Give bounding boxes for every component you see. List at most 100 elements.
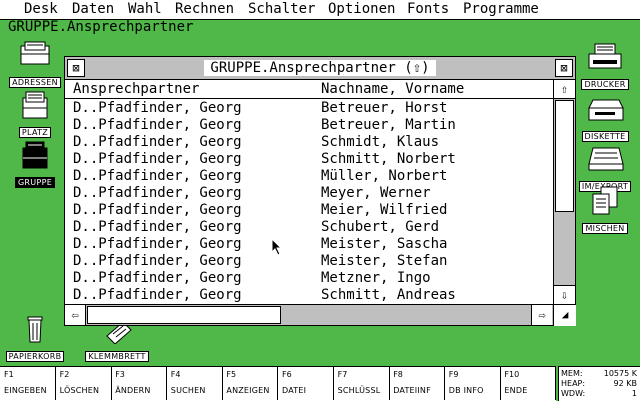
menu-wahl[interactable]: Wahl — [128, 1, 162, 18]
cell-ansprechpartner: D..Pfadfinder, Georg — [73, 236, 242, 252]
table-row[interactable]: D..Pfadfinder, Georg Schmitt, Andreas — [65, 287, 553, 304]
function-key-number: F3 — [115, 370, 125, 379]
wdw-label: WDW: — [561, 389, 586, 398]
function-key-label: SUCHEN — [170, 386, 206, 395]
function-key-f6[interactable]: F6 DATEI — [278, 367, 334, 400]
cell-name: Müller, Norbert — [321, 168, 448, 184]
function-key-f9[interactable]: F9 DB INFO — [445, 367, 501, 400]
cell-name: Betreuer, Martin — [321, 117, 456, 133]
mouse-pointer-icon — [271, 238, 283, 256]
vertical-scroll-thumb[interactable] — [555, 100, 574, 212]
trash-icon — [15, 314, 55, 344]
function-key-f7[interactable]: F7 SCHLÜSSL — [334, 367, 390, 400]
cell-ansprechpartner: D..Pfadfinder, Georg — [73, 151, 242, 167]
desktop-icon-mischen[interactable]: MISCHEN — [570, 186, 640, 235]
function-key-f3[interactable]: F3 ÄNDERN — [111, 367, 168, 400]
desktop-icon-platz[interactable]: PLATZ — [0, 90, 70, 139]
desktop-icon-adressen[interactable]: ADRESSEN — [0, 40, 70, 89]
desktop-icon-label: MISCHEN — [582, 223, 628, 234]
terminal-icon — [585, 144, 625, 174]
menu-programme[interactable]: Programme — [463, 1, 539, 18]
desktop-icon-gruppe[interactable]: GRUPPE — [0, 140, 70, 189]
function-key-number: F2 — [59, 370, 70, 379]
card-box-icon — [15, 90, 55, 120]
function-key-label: DATEI — [282, 386, 307, 395]
desktop-icon-label: KLEMMBRETT — [85, 351, 149, 362]
cell-name: Schmidt, Klaus — [321, 134, 440, 150]
menu-bar: Desk Daten Wahl Rechnen Schalter Optione… — [0, 0, 640, 20]
window-titlebar[interactable]: ⊠ GRUPPE.Ansprechpartner (⇧) ⊠ — [65, 57, 575, 80]
function-key-label: ANZEIGEN — [226, 386, 270, 395]
function-key-bar: F1 EINGEBEN F2 LÖSCHEN F3 ÄNDERN F4 SUCHEN F5 ANZ… — [0, 366, 557, 401]
column-header-ansprechpartner[interactable]: Ansprechpartner — [73, 81, 199, 97]
scroll-up-icon[interactable]: ⇧ — [554, 80, 575, 99]
desktop-icon-drucker[interactable]: DRUCKER — [570, 42, 640, 91]
table-row[interactable]: D..Pfadfinder, Georg Meyer, Werner — [65, 185, 553, 202]
disk-drive-icon — [585, 94, 625, 124]
desktop-icon-label: GRUPPE — [14, 177, 56, 188]
table-row[interactable]: D..Pfadfinder, Georg Müller, Norbert — [65, 168, 553, 185]
desktop-icon-label: PAPIERKORB — [5, 351, 65, 362]
window-title: GRUPPE.Ansprechpartner (⇧) — [204, 60, 436, 76]
desktop-icon-label: DISKETTE — [581, 131, 629, 142]
scroll-left-icon[interactable]: ⇦ — [65, 305, 86, 325]
desktop-icon-diskette[interactable]: DISKETTE — [570, 94, 640, 143]
table-row[interactable]: D..Pfadfinder, Georg Schmidt, Klaus — [65, 134, 553, 151]
horizontal-scrollbar[interactable]: ⇦ ⇨ — [65, 304, 553, 325]
menu-optionen[interactable]: Optionen — [328, 1, 395, 18]
heap-value: 92 KB — [613, 379, 637, 388]
function-key-number: F1 — [4, 370, 14, 379]
menu-rechnen[interactable]: Rechnen — [175, 1, 234, 18]
table-row[interactable]: D..Pfadfinder, Georg Schmitt, Norbert — [65, 151, 553, 168]
cell-ansprechpartner: D..Pfadfinder, Georg — [73, 270, 242, 286]
record-list[interactable]: Ansprechpartner Nachname, Vorname D..Pfa… — [65, 80, 553, 304]
menu-daten[interactable]: Daten — [72, 1, 114, 18]
function-key-f1[interactable]: F1 EINGEBEN — [0, 367, 56, 400]
card-box-icon — [15, 40, 55, 70]
table-row[interactable]: D..Pfadfinder, Georg Metzner, Ingo — [65, 270, 553, 287]
function-key-label: ÄNDERN — [115, 386, 151, 395]
mem-value: 10575 K — [603, 369, 637, 378]
desktop-icon-papierkorb[interactable]: PAPIERKORB — [0, 314, 70, 363]
scroll-right-icon[interactable]: ⇨ — [531, 305, 552, 325]
function-key-label: SCHLÜSSL — [337, 386, 381, 395]
table-row[interactable]: D..Pfadfinder, Georg Meister, Sascha — [65, 236, 553, 253]
table-row[interactable]: D..Pfadfinder, Georg Betreuer, Horst — [65, 100, 553, 117]
table-row[interactable]: D..Pfadfinder, Georg Meister, Stefan — [65, 253, 553, 270]
desktop-icon-klemmbrett[interactable]: KLEMMBRETT — [82, 320, 152, 363]
table-row[interactable]: D..Pfadfinder, Georg Schubert, Gerd — [65, 219, 553, 236]
function-key-f8[interactable]: F8 DATEIINF — [389, 367, 446, 400]
table-row[interactable]: D..Pfadfinder, Georg Betreuer, Martin — [65, 117, 553, 134]
cell-ansprechpartner: D..Pfadfinder, Georg — [73, 287, 242, 303]
function-key-f10[interactable]: F10 ENDE — [500, 367, 557, 400]
heap-label: HEAP: — [561, 379, 586, 388]
scroll-down-icon[interactable]: ⇩ — [554, 285, 575, 304]
function-key-f4[interactable]: F4 SUCHEN — [167, 367, 223, 400]
menu-schalter[interactable]: Schalter — [248, 1, 315, 18]
resize-icon[interactable]: ◢ — [553, 304, 576, 326]
menu-fonts[interactable]: Fonts — [407, 1, 449, 18]
cell-name: Meister, Stefan — [321, 253, 448, 269]
cell-ansprechpartner: D..Pfadfinder, Georg — [73, 134, 242, 150]
cell-name: Metzner, Ingo — [321, 270, 431, 286]
menu-desk[interactable]: Desk — [24, 1, 58, 18]
fullscreen-icon[interactable]: ⊠ — [555, 59, 573, 77]
memory-status: MEM: 10575 K HEAP: 92 KB WDW: 1 — [558, 366, 640, 401]
function-key-label: ENDE — [504, 386, 528, 395]
cell-name: Schmitt, Andreas — [321, 287, 456, 303]
vertical-scrollbar[interactable]: ⇧ ⇩ — [553, 80, 575, 304]
function-key-f2[interactable]: F2 LÖSCHEN — [56, 367, 112, 400]
table-row[interactable]: D..Pfadfinder, Georg Meier, Wilfried — [65, 202, 553, 219]
function-key-f5[interactable]: F5 ANZEIGEN — [222, 367, 279, 400]
printer-icon — [585, 42, 625, 72]
function-key-label: DATEIINF — [393, 386, 431, 395]
header-divider — [65, 98, 553, 99]
cell-name: Schmitt, Norbert — [321, 151, 456, 167]
horizontal-scroll-thumb[interactable] — [87, 306, 281, 324]
function-key-label: LÖSCHEN — [59, 386, 100, 395]
function-key-label: EINGEBEN — [4, 386, 47, 395]
cell-ansprechpartner: D..Pfadfinder, Georg — [73, 100, 242, 116]
function-key-number: F5 — [226, 370, 237, 379]
cell-ansprechpartner: D..Pfadfinder, Georg — [73, 219, 242, 235]
column-header-name[interactable]: Nachname, Vorname — [321, 81, 464, 97]
